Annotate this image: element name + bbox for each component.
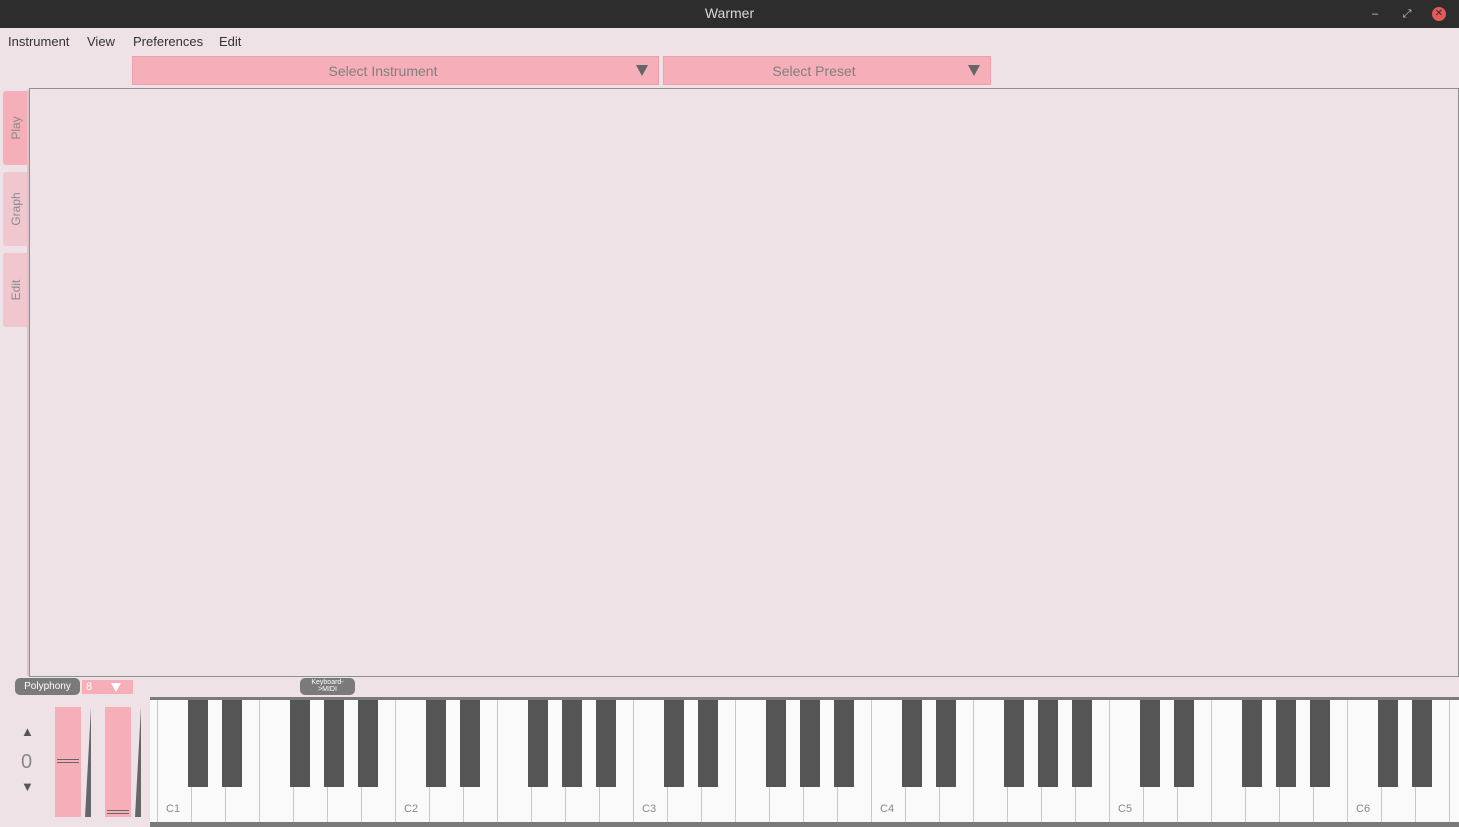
- piano-black-key[interactable]: [1242, 700, 1262, 787]
- slider-scale-wedge: [85, 707, 91, 817]
- piano-black-key[interactable]: [698, 700, 718, 787]
- menu-instrument[interactable]: Instrument: [8, 34, 69, 49]
- octave-up-button[interactable]: ▲: [21, 724, 34, 739]
- piano-white-key[interactable]: [974, 700, 1008, 822]
- menu-edit[interactable]: Edit: [219, 34, 241, 49]
- piano-white-key[interactable]: [1212, 700, 1246, 822]
- piano-keyboard[interactable]: C1 C2 C3 C4 C5 C6: [150, 697, 1459, 827]
- piano-black-key[interactable]: [596, 700, 616, 787]
- piano-black-key[interactable]: [222, 700, 242, 787]
- piano-black-key[interactable]: [562, 700, 582, 787]
- octave-label: C3: [642, 803, 657, 815]
- piano-black-key[interactable]: [528, 700, 548, 787]
- piano-black-key[interactable]: [1174, 700, 1194, 787]
- menu-view[interactable]: View: [87, 34, 115, 49]
- piano-black-key[interactable]: [1412, 700, 1432, 787]
- slider-scale-wedge: [135, 707, 141, 817]
- slider-handle[interactable]: [107, 810, 129, 814]
- octave-label: C1: [166, 803, 181, 815]
- piano-black-key[interactable]: [1140, 700, 1160, 787]
- piano-white-key[interactable]: [150, 700, 158, 822]
- piano-white-key[interactable]: [1450, 700, 1459, 822]
- piano-black-key[interactable]: [1310, 700, 1330, 787]
- window-title: Warmer: [704, 5, 755, 21]
- piano-black-key[interactable]: [324, 700, 344, 787]
- tab-graph-label: Graph: [9, 192, 23, 226]
- tab-play-label: Play: [9, 116, 23, 140]
- preset-selector[interactable]: Select Preset: [663, 56, 991, 85]
- piano-black-key[interactable]: [460, 700, 480, 787]
- piano-black-key[interactable]: [426, 700, 446, 787]
- piano-black-key[interactable]: [1072, 700, 1092, 787]
- octave-label: C4: [880, 803, 895, 815]
- keyboard-midi-label-line2: >MIDI: [318, 686, 337, 693]
- dropdown-arrow-icon: [636, 65, 648, 76]
- close-button[interactable]: ✕: [1432, 7, 1446, 21]
- minimize-button[interactable]: ‒: [1368, 7, 1382, 21]
- preset-selector-label: Select Preset: [772, 63, 856, 79]
- polyphony-value: 8: [86, 681, 93, 693]
- octave-label: C2: [404, 803, 419, 815]
- piano-white-key[interactable]: [498, 700, 532, 822]
- piano-white-key[interactable]: [260, 700, 294, 822]
- octave-value: 0: [21, 751, 33, 773]
- dropdown-arrow-icon: [968, 65, 980, 76]
- tab-graph[interactable]: Graph: [3, 172, 29, 246]
- main-panel: [29, 88, 1459, 677]
- piano-black-key[interactable]: [290, 700, 310, 787]
- piano-black-key[interactable]: [358, 700, 378, 787]
- keyboard-midi-label-line1: Keyboard-: [311, 679, 344, 686]
- piano-white-key[interactable]: [736, 700, 770, 822]
- piano-black-key[interactable]: [800, 700, 820, 787]
- instrument-selector-label: Select Instrument: [328, 63, 438, 79]
- keyboard-midi-button[interactable]: Keyboard- >MIDI: [300, 678, 355, 695]
- octave-down-button[interactable]: ▼: [21, 779, 34, 794]
- tab-edit-label: Edit: [9, 279, 23, 301]
- piano-black-key[interactable]: [902, 700, 922, 787]
- piano-black-key[interactable]: [1276, 700, 1296, 787]
- tab-play[interactable]: Play: [3, 91, 29, 165]
- menu-preferences[interactable]: Preferences: [133, 34, 203, 49]
- piano-black-key[interactable]: [936, 700, 956, 787]
- dropdown-arrow-icon: [111, 683, 121, 692]
- modulation-slider[interactable]: [105, 707, 131, 817]
- piano-black-key[interactable]: [834, 700, 854, 787]
- octave-label: C6: [1356, 803, 1371, 815]
- polyphony-select[interactable]: 8: [82, 680, 133, 694]
- piano-black-key[interactable]: [664, 700, 684, 787]
- tab-edit[interactable]: Edit: [3, 253, 29, 327]
- menu-bar: Instrument View Preferences Edit: [0, 28, 1459, 52]
- maximize-button[interactable]: ⤢: [1400, 7, 1414, 21]
- octave-label: C5: [1118, 803, 1133, 815]
- piano-black-key[interactable]: [1378, 700, 1398, 787]
- piano-black-key[interactable]: [1038, 700, 1058, 787]
- pitch-bend-slider[interactable]: [55, 707, 81, 817]
- piano-black-key[interactable]: [766, 700, 786, 787]
- slider-handle[interactable]: [57, 759, 79, 763]
- piano-black-key[interactable]: [188, 700, 208, 787]
- instrument-selector[interactable]: Select Instrument: [132, 56, 659, 85]
- title-bar: Warmer ‒ ⤢ ✕: [0, 0, 1459, 28]
- polyphony-button[interactable]: Polyphony: [15, 678, 80, 695]
- piano-black-key[interactable]: [1004, 700, 1024, 787]
